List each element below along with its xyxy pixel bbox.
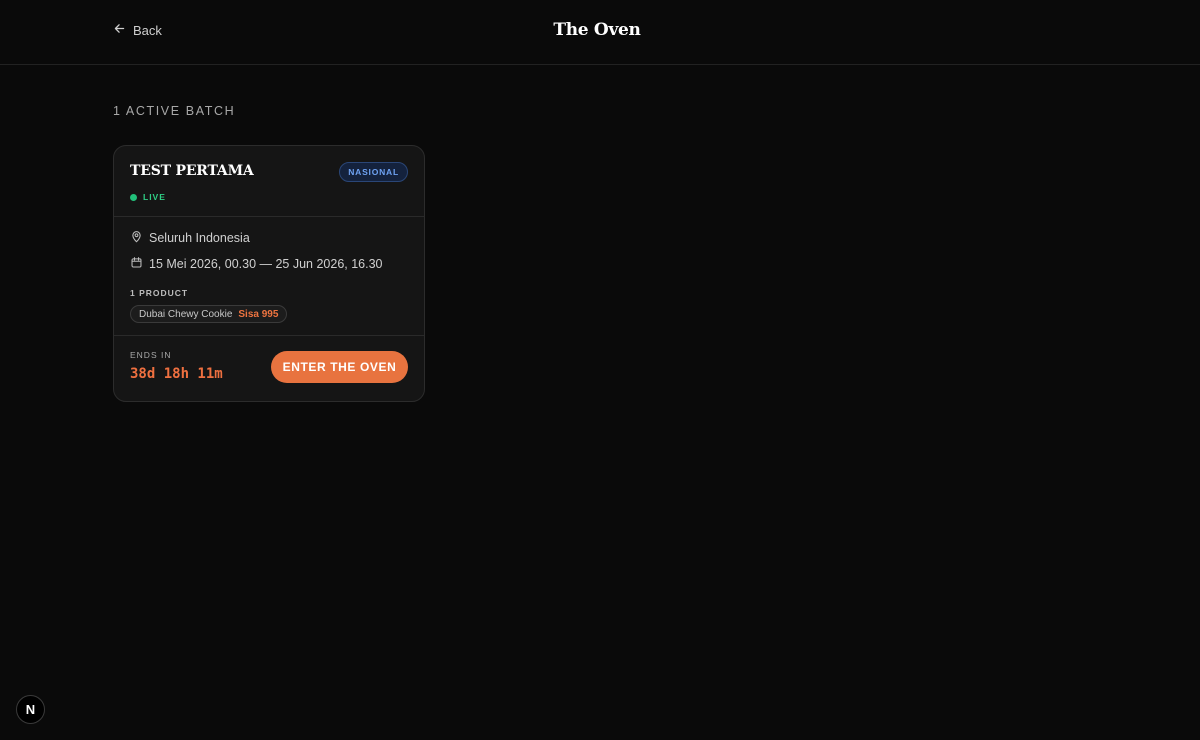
product-name: Dubai Chewy Cookie xyxy=(139,308,233,320)
live-dot-icon xyxy=(130,193,137,201)
batch-title: TEST PERTAMA xyxy=(130,163,254,179)
top-header: Back The Oven xyxy=(0,0,1200,65)
ends-in-label: ENDS IN xyxy=(130,350,172,360)
scope-badge: NASIONAL xyxy=(339,162,408,182)
date-range-text: 15 Mei 2026, 00.30 — 25 Jun 2026, 16.30 xyxy=(149,257,383,271)
live-status: LIVE xyxy=(130,192,166,202)
site-title: The Oven xyxy=(553,20,641,40)
location-row: Seluruh Indonesia xyxy=(130,230,250,246)
countdown-timer: 38d 18h 11m xyxy=(130,366,223,382)
location-text: Seluruh Indonesia xyxy=(149,231,250,245)
product-count-label: 1 PRODUCT xyxy=(130,288,189,298)
nextjs-dev-indicator[interactable]: N xyxy=(16,695,45,724)
calendar-icon xyxy=(130,256,143,272)
enter-oven-button[interactable]: ENTER THE OVEN xyxy=(271,351,408,383)
batch-card: TEST PERTAMA NASIONAL LIVE Seluruh Indon… xyxy=(113,145,425,402)
status-label: LIVE xyxy=(143,192,166,202)
map-pin-icon xyxy=(130,230,143,246)
product-chip: Dubai Chewy Cookie Sisa 995 xyxy=(130,305,288,323)
active-batch-count: 1 ACTIVE BATCH xyxy=(113,104,236,118)
batch-card-header: TEST PERTAMA NASIONAL LIVE xyxy=(114,146,424,217)
batch-card-footer: ENDS IN 38d 18h 11m ENTER THE OVEN xyxy=(114,335,424,401)
date-row: 15 Mei 2026, 00.30 — 25 Jun 2026, 16.30 xyxy=(130,256,383,272)
product-stock: Sisa 995 xyxy=(238,308,279,320)
